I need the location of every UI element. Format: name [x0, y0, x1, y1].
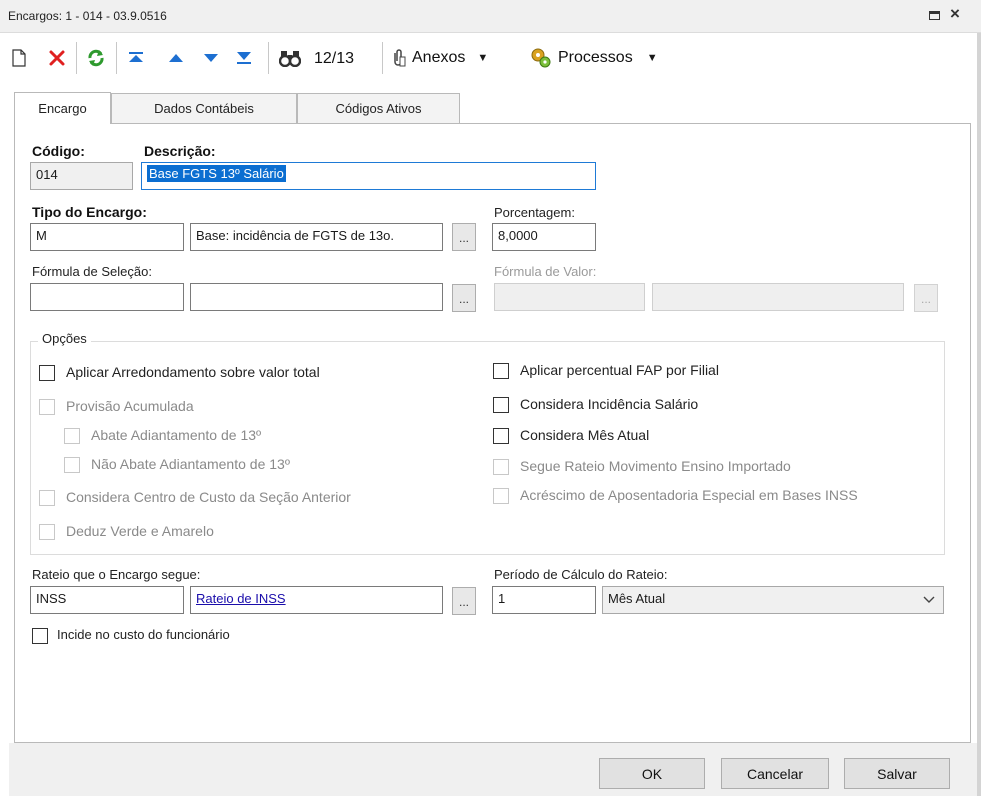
search-button[interactable] — [276, 45, 304, 71]
periodo-select-value: Mês Atual — [608, 591, 666, 606]
verde-amarelo-checkbox — [39, 524, 55, 540]
next-record-icon — [204, 54, 218, 62]
porcentagem-label: Porcentagem: — [494, 205, 575, 220]
nao-abate-adiantamento-checkbox — [64, 457, 80, 473]
rateio-ensino-label: Segue Rateio Movimento Ensino Importado — [520, 458, 791, 474]
tipo-encargo-lookup-button[interactable]: ... — [452, 223, 476, 251]
tab-codigos-ativos[interactable]: Códigos Ativos — [297, 93, 460, 123]
fap-filial-label: Aplicar percentual FAP por Filial — [520, 362, 719, 378]
chevron-down-icon — [923, 596, 935, 603]
provisao-acumulada-label: Provisão Acumulada — [66, 398, 194, 414]
formula-valor-code-field — [494, 283, 645, 311]
tab-label: Dados Contábeis — [154, 101, 254, 116]
mes-atual-checkbox[interactable] — [493, 428, 509, 444]
formula-selecao-label: Fórmula de Seleção: — [32, 264, 152, 279]
tab-encargo[interactable]: Encargo — [14, 92, 111, 124]
rateio-lookup-button[interactable]: ... — [452, 587, 476, 615]
ok-button[interactable]: OK — [599, 758, 705, 789]
anexos-label: Anexos — [412, 49, 466, 66]
opcoes-title: Opções — [38, 331, 91, 346]
formula-selecao-code-field[interactable] — [30, 283, 184, 311]
refresh-icon — [88, 49, 104, 67]
tipo-encargo-label: Tipo do Encargo: — [32, 204, 147, 220]
centro-custo-checkbox — [39, 490, 55, 506]
descricao-value: Base FGTS 13º Salário — [147, 165, 286, 182]
abate-adiantamento-label: Abate Adiantamento de 13º — [91, 427, 262, 443]
dialog-button-bar — [9, 743, 977, 796]
codigo-label: Código: — [32, 143, 85, 159]
formula-valor-label: Fórmula de Valor: — [494, 264, 597, 279]
toolbar-separator — [116, 42, 117, 74]
previous-record-button[interactable] — [164, 45, 188, 71]
formula-selecao-lookup-button[interactable]: ... — [452, 284, 476, 312]
title-bar: Encargos: 1 - 014 - 03.9.0516 × — [0, 0, 981, 33]
new-document-icon — [12, 49, 26, 67]
binoculars-icon — [279, 51, 301, 67]
mes-atual-label: Considera Mês Atual — [520, 427, 650, 443]
rateio-ensino-checkbox — [493, 459, 509, 475]
abate-adiantamento-checkbox — [64, 428, 80, 444]
incide-custo-checkbox[interactable] — [32, 628, 48, 644]
tipo-encargo-code-field[interactable]: M — [30, 223, 184, 251]
periodo-select[interactable]: Mês Atual — [602, 586, 944, 614]
record-counter: 12/13 — [314, 50, 355, 67]
next-record-button[interactable] — [199, 45, 223, 71]
toolbar: 12/13 Anexos ▼ Processos ▼ — [0, 33, 981, 85]
paperclip-icon — [394, 49, 406, 67]
centro-custo-label: Considera Centro de Custo da Seção Anter… — [66, 489, 351, 505]
toolbar-separator — [268, 42, 269, 74]
arredondamento-label: Aplicar Arredondamento sobre valor total — [66, 364, 320, 380]
porcentagem-field[interactable]: 8,0000 — [492, 223, 596, 251]
first-record-button[interactable] — [124, 45, 148, 71]
last-record-icon — [237, 52, 251, 64]
provisao-acumulada-checkbox — [39, 399, 55, 415]
descricao-label: Descrição: — [144, 143, 216, 159]
aposentadoria-especial-checkbox — [493, 488, 509, 504]
last-record-button[interactable] — [232, 45, 256, 71]
tab-label: Códigos Ativos — [335, 101, 422, 116]
delete-icon — [49, 50, 65, 66]
rateio-desc-field[interactable]: Rateio de INSS — [190, 586, 443, 614]
tab-dados-contabeis[interactable]: Dados Contábeis — [111, 93, 297, 123]
rateio-link[interactable]: Rateio de INSS — [196, 591, 286, 606]
cancelar-button[interactable]: Cancelar — [721, 758, 829, 789]
rateio-code-field[interactable]: INSS — [30, 586, 184, 614]
incidencia-salario-checkbox[interactable] — [493, 397, 509, 413]
delete-button[interactable] — [44, 45, 70, 71]
descricao-field[interactable]: Base FGTS 13º Salário — [141, 162, 596, 190]
tab-label: Encargo — [38, 101, 87, 116]
verde-amarelo-label: Deduz Verde e Amarelo — [66, 523, 214, 539]
refresh-button[interactable] — [83, 45, 109, 71]
processos-menu-button[interactable]: Processos ▼ — [530, 45, 680, 71]
toolbar-separator — [382, 42, 383, 74]
chevron-down-icon: ▼ — [477, 52, 489, 64]
first-record-icon — [129, 52, 143, 62]
periodo-field[interactable]: 1 — [492, 586, 596, 614]
arredondamento-checkbox[interactable] — [39, 365, 55, 381]
incidencia-salario-label: Considera Incidência Salário — [520, 396, 699, 412]
window-border — [977, 33, 981, 796]
rateio-label: Rateio que o Encargo segue: — [32, 567, 201, 582]
formula-valor-desc-field — [652, 283, 904, 311]
anexos-menu-button[interactable]: Anexos ▼ — [390, 45, 525, 71]
processos-label: Processos — [558, 49, 633, 66]
window-title: Encargos: 1 - 014 - 03.9.0516 — [8, 9, 167, 23]
previous-record-icon — [169, 54, 183, 62]
nao-abate-adiantamento-label: Não Abate Adiantamento de 13º — [91, 456, 290, 472]
incide-custo-label: Incide no custo do funcionário — [57, 627, 230, 642]
salvar-button[interactable]: Salvar — [844, 758, 950, 789]
codigo-field[interactable]: 014 — [30, 162, 133, 190]
periodo-label: Período de Cálculo do Rateio: — [494, 567, 668, 582]
aposentadoria-especial-label: Acréscimo de Aposentadoria Especial em B… — [520, 487, 858, 503]
tipo-encargo-desc-field[interactable]: Base: incidência de FGTS de 13o. — [190, 223, 443, 251]
gears-icon — [531, 48, 551, 68]
maximize-icon[interactable] — [929, 11, 940, 20]
fap-filial-checkbox[interactable] — [493, 363, 509, 379]
toolbar-separator — [76, 42, 77, 74]
new-record-button[interactable] — [8, 45, 30, 71]
chevron-down-icon: ▼ — [646, 52, 658, 64]
formula-valor-lookup-button: ... — [914, 284, 938, 312]
close-icon[interactable]: × — [950, 4, 960, 24]
formula-selecao-desc-field[interactable] — [190, 283, 443, 311]
